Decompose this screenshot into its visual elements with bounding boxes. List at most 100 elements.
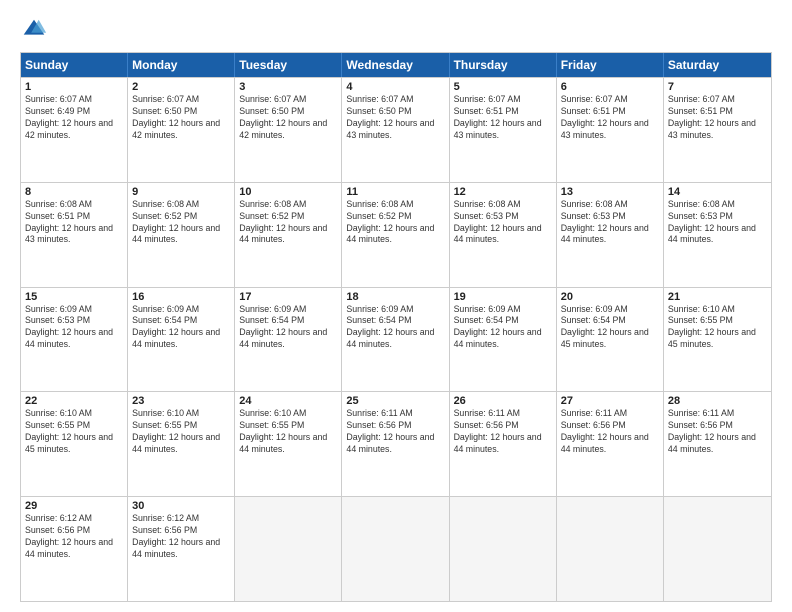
calendar-week: 29Sunrise: 6:12 AMSunset: 6:56 PMDayligh… <box>21 496 771 601</box>
day-number: 14 <box>668 186 767 198</box>
day-number: 16 <box>132 291 230 303</box>
day-info: Sunrise: 6:07 AMSunset: 6:51 PMDaylight:… <box>561 94 659 142</box>
calendar-day-cell: 7Sunrise: 6:07 AMSunset: 6:51 PMDaylight… <box>664 78 771 182</box>
calendar-day-cell: 12Sunrise: 6:08 AMSunset: 6:53 PMDayligh… <box>450 183 557 287</box>
day-number: 3 <box>239 81 337 93</box>
calendar-day-cell: 21Sunrise: 6:10 AMSunset: 6:55 PMDayligh… <box>664 288 771 392</box>
calendar-day-cell: 3Sunrise: 6:07 AMSunset: 6:50 PMDaylight… <box>235 78 342 182</box>
calendar-empty-cell <box>664 497 771 601</box>
day-number: 25 <box>346 395 444 407</box>
calendar-day-cell: 18Sunrise: 6:09 AMSunset: 6:54 PMDayligh… <box>342 288 449 392</box>
day-info: Sunrise: 6:09 AMSunset: 6:53 PMDaylight:… <box>25 304 123 352</box>
day-info: Sunrise: 6:10 AMSunset: 6:55 PMDaylight:… <box>668 304 767 352</box>
calendar-empty-cell <box>235 497 342 601</box>
day-number: 4 <box>346 81 444 93</box>
day-number: 8 <box>25 186 123 198</box>
day-number: 28 <box>668 395 767 407</box>
day-info: Sunrise: 6:07 AMSunset: 6:51 PMDaylight:… <box>454 94 552 142</box>
calendar-day-cell: 26Sunrise: 6:11 AMSunset: 6:56 PMDayligh… <box>450 392 557 496</box>
day-info: Sunrise: 6:07 AMSunset: 6:51 PMDaylight:… <box>668 94 767 142</box>
day-info: Sunrise: 6:08 AMSunset: 6:51 PMDaylight:… <box>25 199 123 247</box>
day-number: 20 <box>561 291 659 303</box>
day-number: 7 <box>668 81 767 93</box>
day-number: 9 <box>132 186 230 198</box>
calendar-day-cell: 14Sunrise: 6:08 AMSunset: 6:53 PMDayligh… <box>664 183 771 287</box>
day-number: 6 <box>561 81 659 93</box>
day-number: 13 <box>561 186 659 198</box>
page: SundayMondayTuesdayWednesdayThursdayFrid… <box>0 0 792 612</box>
day-number: 17 <box>239 291 337 303</box>
day-info: Sunrise: 6:08 AMSunset: 6:53 PMDaylight:… <box>668 199 767 247</box>
calendar-week: 1Sunrise: 6:07 AMSunset: 6:49 PMDaylight… <box>21 77 771 182</box>
calendar-day-cell: 19Sunrise: 6:09 AMSunset: 6:54 PMDayligh… <box>450 288 557 392</box>
calendar-week: 8Sunrise: 6:08 AMSunset: 6:51 PMDaylight… <box>21 182 771 287</box>
day-number: 11 <box>346 186 444 198</box>
day-number: 5 <box>454 81 552 93</box>
day-number: 1 <box>25 81 123 93</box>
day-info: Sunrise: 6:09 AMSunset: 6:54 PMDaylight:… <box>454 304 552 352</box>
calendar-day-cell: 25Sunrise: 6:11 AMSunset: 6:56 PMDayligh… <box>342 392 449 496</box>
calendar-empty-cell <box>557 497 664 601</box>
calendar-day-cell: 15Sunrise: 6:09 AMSunset: 6:53 PMDayligh… <box>21 288 128 392</box>
calendar-header-cell: Saturday <box>664 53 771 77</box>
calendar-body: 1Sunrise: 6:07 AMSunset: 6:49 PMDaylight… <box>21 77 771 601</box>
calendar-header-cell: Sunday <box>21 53 128 77</box>
calendar-day-cell: 28Sunrise: 6:11 AMSunset: 6:56 PMDayligh… <box>664 392 771 496</box>
day-number: 22 <box>25 395 123 407</box>
day-info: Sunrise: 6:07 AMSunset: 6:49 PMDaylight:… <box>25 94 123 142</box>
day-info: Sunrise: 6:11 AMSunset: 6:56 PMDaylight:… <box>346 408 444 456</box>
day-info: Sunrise: 6:09 AMSunset: 6:54 PMDaylight:… <box>239 304 337 352</box>
calendar: SundayMondayTuesdayWednesdayThursdayFrid… <box>20 52 772 602</box>
calendar-day-cell: 1Sunrise: 6:07 AMSunset: 6:49 PMDaylight… <box>21 78 128 182</box>
day-number: 21 <box>668 291 767 303</box>
day-info: Sunrise: 6:07 AMSunset: 6:50 PMDaylight:… <box>346 94 444 142</box>
day-info: Sunrise: 6:08 AMSunset: 6:52 PMDaylight:… <box>132 199 230 247</box>
day-number: 15 <box>25 291 123 303</box>
calendar-header-cell: Friday <box>557 53 664 77</box>
calendar-day-cell: 5Sunrise: 6:07 AMSunset: 6:51 PMDaylight… <box>450 78 557 182</box>
day-number: 19 <box>454 291 552 303</box>
day-info: Sunrise: 6:08 AMSunset: 6:52 PMDaylight:… <box>346 199 444 247</box>
calendar-day-cell: 10Sunrise: 6:08 AMSunset: 6:52 PMDayligh… <box>235 183 342 287</box>
calendar-header-cell: Thursday <box>450 53 557 77</box>
day-number: 10 <box>239 186 337 198</box>
calendar-day-cell: 6Sunrise: 6:07 AMSunset: 6:51 PMDaylight… <box>557 78 664 182</box>
calendar-day-cell: 2Sunrise: 6:07 AMSunset: 6:50 PMDaylight… <box>128 78 235 182</box>
calendar-week: 15Sunrise: 6:09 AMSunset: 6:53 PMDayligh… <box>21 287 771 392</box>
calendar-header-cell: Tuesday <box>235 53 342 77</box>
day-info: Sunrise: 6:12 AMSunset: 6:56 PMDaylight:… <box>25 513 123 561</box>
day-number: 30 <box>132 500 230 512</box>
calendar-header-cell: Monday <box>128 53 235 77</box>
calendar-day-cell: 17Sunrise: 6:09 AMSunset: 6:54 PMDayligh… <box>235 288 342 392</box>
day-info: Sunrise: 6:11 AMSunset: 6:56 PMDaylight:… <box>561 408 659 456</box>
day-info: Sunrise: 6:09 AMSunset: 6:54 PMDaylight:… <box>346 304 444 352</box>
calendar-week: 22Sunrise: 6:10 AMSunset: 6:55 PMDayligh… <box>21 391 771 496</box>
calendar-day-cell: 29Sunrise: 6:12 AMSunset: 6:56 PMDayligh… <box>21 497 128 601</box>
calendar-day-cell: 8Sunrise: 6:08 AMSunset: 6:51 PMDaylight… <box>21 183 128 287</box>
day-info: Sunrise: 6:11 AMSunset: 6:56 PMDaylight:… <box>454 408 552 456</box>
calendar-empty-cell <box>450 497 557 601</box>
day-info: Sunrise: 6:07 AMSunset: 6:50 PMDaylight:… <box>132 94 230 142</box>
day-info: Sunrise: 6:10 AMSunset: 6:55 PMDaylight:… <box>239 408 337 456</box>
calendar-day-cell: 16Sunrise: 6:09 AMSunset: 6:54 PMDayligh… <box>128 288 235 392</box>
day-number: 18 <box>346 291 444 303</box>
day-number: 29 <box>25 500 123 512</box>
calendar-header: SundayMondayTuesdayWednesdayThursdayFrid… <box>21 53 771 77</box>
calendar-day-cell: 22Sunrise: 6:10 AMSunset: 6:55 PMDayligh… <box>21 392 128 496</box>
day-info: Sunrise: 6:08 AMSunset: 6:53 PMDaylight:… <box>454 199 552 247</box>
calendar-header-cell: Wednesday <box>342 53 449 77</box>
day-info: Sunrise: 6:11 AMSunset: 6:56 PMDaylight:… <box>668 408 767 456</box>
logo-icon <box>20 16 48 44</box>
calendar-day-cell: 4Sunrise: 6:07 AMSunset: 6:50 PMDaylight… <box>342 78 449 182</box>
day-info: Sunrise: 6:10 AMSunset: 6:55 PMDaylight:… <box>132 408 230 456</box>
calendar-day-cell: 9Sunrise: 6:08 AMSunset: 6:52 PMDaylight… <box>128 183 235 287</box>
day-number: 2 <box>132 81 230 93</box>
day-info: Sunrise: 6:08 AMSunset: 6:53 PMDaylight:… <box>561 199 659 247</box>
calendar-day-cell: 23Sunrise: 6:10 AMSunset: 6:55 PMDayligh… <box>128 392 235 496</box>
day-info: Sunrise: 6:08 AMSunset: 6:52 PMDaylight:… <box>239 199 337 247</box>
day-info: Sunrise: 6:09 AMSunset: 6:54 PMDaylight:… <box>132 304 230 352</box>
day-number: 24 <box>239 395 337 407</box>
day-number: 26 <box>454 395 552 407</box>
day-info: Sunrise: 6:10 AMSunset: 6:55 PMDaylight:… <box>25 408 123 456</box>
day-number: 27 <box>561 395 659 407</box>
